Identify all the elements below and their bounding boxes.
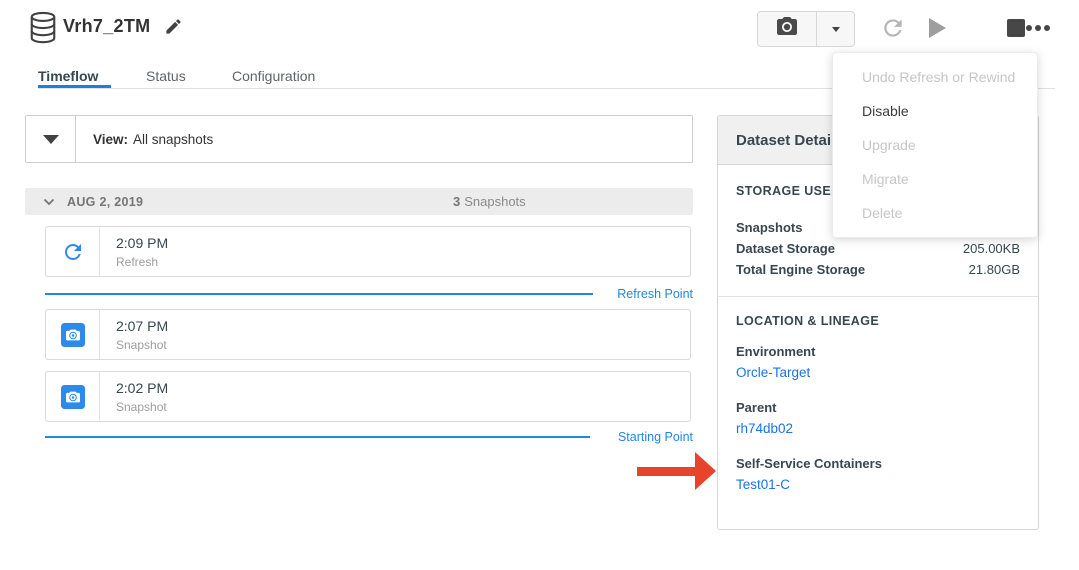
view-value: All snapshots [133,132,213,147]
tab-configuration[interactable]: Configuration [232,68,315,84]
timeline-item-text: 2:09 PM Refresh [100,227,168,276]
self-service-containers-label: Self-Service Containers [736,456,882,471]
self-service-container-link[interactable]: Test01-C [736,477,790,492]
snapshot-type: Snapshot [116,400,168,414]
parent-label: Parent [736,400,776,415]
snapshot-type: Refresh [116,255,168,269]
starting-point-label: Starting Point [618,430,693,444]
date-group-header[interactable]: AUG 2, 2019 3 Snapshots [25,188,693,215]
tab-status[interactable]: Status [146,68,186,84]
environment-label: Environment [736,344,815,359]
more-actions-button[interactable] [1026,25,1050,31]
start-button[interactable] [929,18,946,38]
refresh-icon [46,227,100,276]
panel-divider [718,296,1038,297]
snapshot-button[interactable] [758,12,817,46]
edit-pencil-icon[interactable] [164,17,183,41]
refresh-button[interactable] [880,15,906,46]
storage-row-total-engine-storage: Total Engine Storage 21.80GB [736,262,1020,277]
storage-row-label: Total Engine Storage [736,262,865,277]
storage-row-value: 21.80GB [969,262,1020,277]
count-number: 3 [453,194,460,209]
storage-row-label: Dataset Storage [736,241,835,256]
group-date: AUG 2, 2019 [67,195,143,209]
ellipsis-dot [1035,25,1041,31]
count-label: Snapshots [464,194,525,209]
stop-button[interactable] [1007,19,1025,37]
group-snapshot-count: 3 Snapshots [453,194,526,209]
view-dropdown-toggle[interactable] [26,116,76,162]
timeline-item-text: 2:02 PM Snapshot [100,372,168,421]
view-label: View: [93,132,128,147]
timeline-item-text: 2:07 PM Snapshot [100,310,168,359]
chevron-down-icon [832,27,840,32]
dataset-page: Vrh7_2TM Timeflow Status Configuration [0,0,1079,570]
ellipsis-dot [1026,25,1032,31]
timeline-item-refresh[interactable]: 2:09 PM Refresh [45,226,691,277]
chevron-down-icon[interactable] [43,198,55,206]
triangle-down-icon [43,135,59,144]
tab-timeflow[interactable]: Timeflow [38,68,98,84]
ellipsis-dot [1044,25,1050,31]
timeline-item-snapshot[interactable]: 2:02 PM Snapshot [45,371,691,422]
refresh-point-label: Refresh Point [617,287,693,301]
actions-context-menu: Undo Refresh or Rewind Disable Upgrade M… [832,52,1038,238]
annotation-arrow [637,467,697,476]
starting-point-line [45,436,590,438]
menu-item-upgrade: Upgrade [833,128,1037,162]
view-selector[interactable]: View: All snapshots [25,115,693,163]
timeline-item-snapshot[interactable]: 2:07 PM Snapshot [45,309,691,360]
database-icon [28,11,58,49]
snapshot-time: 2:07 PM [116,318,168,334]
refresh-point-line [45,293,593,295]
location-lineage-heading: LOCATION & LINEAGE [736,314,879,328]
environment-link[interactable]: Orcle-Target [736,365,810,380]
snapshot-time: 2:09 PM [116,235,168,251]
snapshot-type: Snapshot [116,338,168,352]
camera-icon [46,310,100,359]
annotation-arrow-head [695,452,716,490]
view-text: View: All snapshots [76,116,213,162]
snapshot-split-button[interactable] [757,11,855,47]
storage-row-value: 205.00KB [963,241,1020,256]
menu-item-delete: Delete [833,196,1037,230]
menu-item-undo-refresh-or-rewind: Undo Refresh or Rewind [833,60,1037,94]
storage-row-label: Snapshots [736,220,802,235]
storage-used-heading: STORAGE USED [736,184,841,198]
menu-item-disable[interactable]: Disable [833,94,1037,128]
menu-item-migrate: Migrate [833,162,1037,196]
parent-link[interactable]: rh74db02 [736,421,793,436]
snapshot-dropdown-toggle[interactable] [817,12,854,46]
camera-icon [775,15,799,44]
camera-icon [46,372,100,421]
storage-row-dataset-storage: Dataset Storage 205.00KB [736,241,1020,256]
snapshot-time: 2:02 PM [116,380,168,396]
page-title: Vrh7_2TM [63,16,150,37]
